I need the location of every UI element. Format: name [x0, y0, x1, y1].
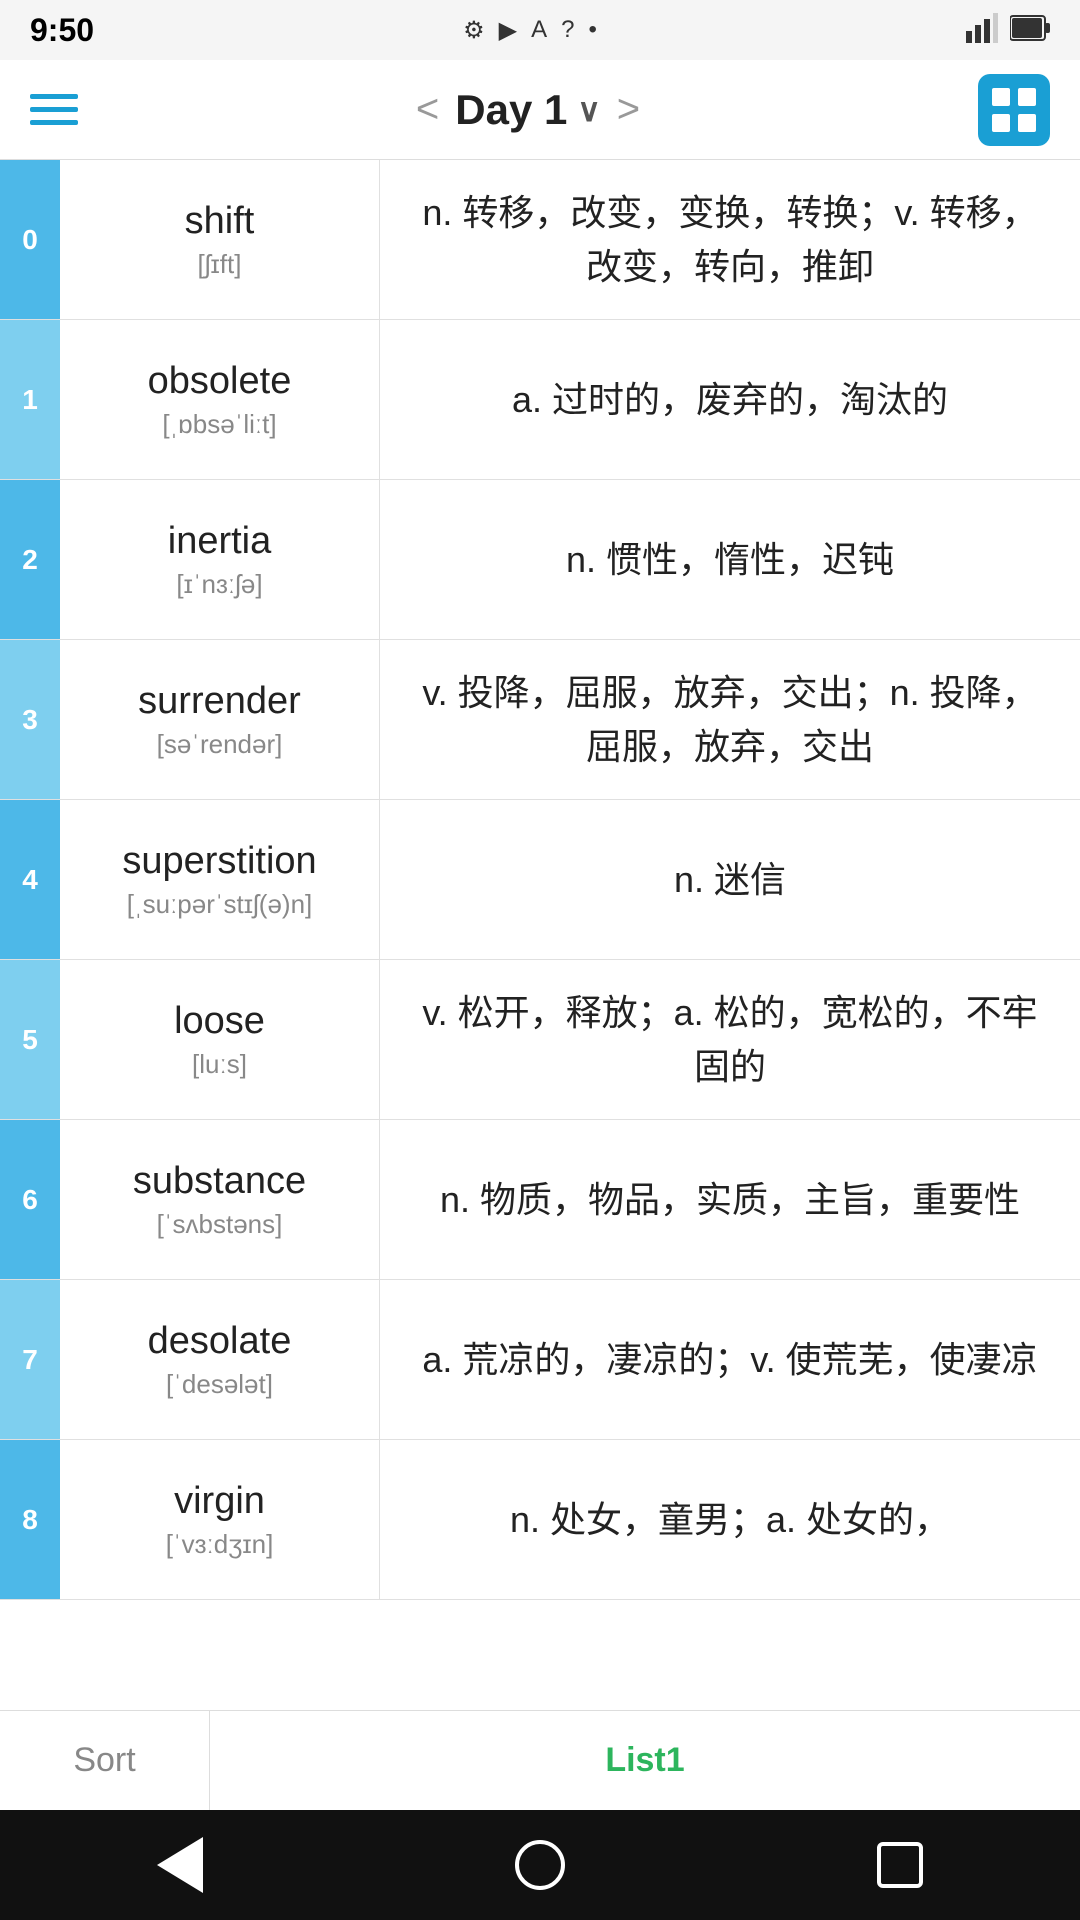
- word-english-col: loose [luːs]: [60, 960, 380, 1119]
- top-nav: < Day 1 ∨ >: [0, 60, 1080, 160]
- word-index: 0: [0, 160, 60, 319]
- word-text: superstition: [122, 840, 316, 883]
- word-phonetic: [ˈdesələt]: [166, 1369, 273, 1400]
- word-text: loose: [174, 1000, 265, 1043]
- status-icons: ⚙ ▶ A ? •: [463, 16, 597, 45]
- word-phonetic: [ˈsʌbstəns]: [157, 1209, 283, 1240]
- signal-icon: [966, 13, 998, 48]
- status-right: [966, 13, 1050, 48]
- status-bar: 9:50 ⚙ ▶ A ? •: [0, 0, 1080, 60]
- word-text: substance: [133, 1160, 306, 1203]
- chevron-down-icon: ∨: [577, 91, 600, 129]
- word-text: shift: [185, 200, 255, 243]
- word-english-col: surrender [səˈrendər]: [60, 640, 380, 799]
- table-row[interactable]: 5 loose [luːs] v. 松开，释放；a. 松的，宽松的，不牢固的: [0, 960, 1080, 1120]
- status-time: 9:50: [30, 12, 94, 49]
- word-phonetic: [səˈrendər]: [157, 729, 283, 760]
- word-text: virgin: [174, 1480, 265, 1523]
- back-icon: [157, 1837, 203, 1893]
- wifi-icon: ?: [561, 16, 574, 44]
- word-chinese: v. 松开，释放；a. 松的，宽松的，不牢固的: [380, 960, 1080, 1119]
- grid-icon: [990, 86, 1038, 134]
- word-chinese: v. 投降，屈服，放弃，交出；n. 投降，屈服，放弃，交出: [380, 640, 1080, 799]
- table-row[interactable]: 1 obsolete [ˌɒbsəˈliːt] a. 过时的，废弃的，淘汰的: [0, 320, 1080, 480]
- sort-tab[interactable]: Sort: [0, 1711, 210, 1810]
- bottom-tabs: Sort List1: [0, 1710, 1080, 1810]
- word-text: desolate: [148, 1320, 292, 1363]
- gear-icon: ⚙: [463, 16, 485, 45]
- word-index: 1: [0, 320, 60, 479]
- recents-button[interactable]: [860, 1825, 940, 1905]
- day-title[interactable]: Day 1 ∨: [455, 86, 601, 134]
- table-row[interactable]: 7 desolate [ˈdesələt] a. 荒凉的，凄凉的；v. 使荒芜，…: [0, 1280, 1080, 1440]
- menu-line-3: [30, 120, 78, 125]
- table-row[interactable]: 8 virgin [ˈvɜːdʒɪn] n. 处女，童男；a. 处女的，: [0, 1440, 1080, 1600]
- menu-line-1: [30, 94, 78, 99]
- word-index: 7: [0, 1280, 60, 1439]
- word-phonetic: [ˌɒbsəˈliːt]: [162, 409, 276, 440]
- home-icon: [515, 1840, 565, 1890]
- table-row[interactable]: 3 surrender [səˈrendər] v. 投降，屈服，放弃，交出；n…: [0, 640, 1080, 800]
- word-chinese: a. 荒凉的，凄凉的；v. 使荒芜，使凄凉: [380, 1280, 1080, 1439]
- nav-title-area: < Day 1 ∨ >: [416, 86, 640, 134]
- table-row[interactable]: 2 inertia [ɪˈnɜːʃə] n. 惯性，惰性，迟钝: [0, 480, 1080, 640]
- word-text: obsolete: [148, 360, 292, 403]
- word-chinese: n. 物质，物品，实质，主旨，重要性: [380, 1120, 1080, 1279]
- word-index: 4: [0, 800, 60, 959]
- word-index: 2: [0, 480, 60, 639]
- next-day-button[interactable]: >: [617, 87, 640, 132]
- word-english-col: shift [ʃɪft]: [60, 160, 380, 319]
- word-chinese: n. 转移，改变，变换，转换；v. 转移，改变，转向，推卸: [380, 160, 1080, 319]
- word-phonetic: [ˈvɜːdʒɪn]: [166, 1529, 274, 1560]
- recents-icon: [877, 1842, 923, 1888]
- system-nav-bar: [0, 1810, 1080, 1920]
- table-row[interactable]: 6 substance [ˈsʌbstəns] n. 物质，物品，实质，主旨，重…: [0, 1120, 1080, 1280]
- home-button[interactable]: [500, 1825, 580, 1905]
- word-chinese: n. 处女，童男；a. 处女的，: [380, 1440, 1080, 1599]
- word-index: 5: [0, 960, 60, 1119]
- word-phonetic: [ʃɪft]: [198, 249, 242, 280]
- word-english-col: obsolete [ˌɒbsəˈliːt]: [60, 320, 380, 479]
- word-index: 8: [0, 1440, 60, 1599]
- word-phonetic: [ɪˈnɜːʃə]: [176, 569, 262, 600]
- word-english-col: desolate [ˈdesələt]: [60, 1280, 380, 1439]
- list1-tab[interactable]: List1: [210, 1711, 1080, 1810]
- word-chinese: n. 惯性，惰性，迟钝: [380, 480, 1080, 639]
- word-english-col: substance [ˈsʌbstəns]: [60, 1120, 380, 1279]
- word-english-col: inertia [ɪˈnɜːʃə]: [60, 480, 380, 639]
- word-phonetic: [ˌsuːpərˈstɪʃ(ə)n]: [127, 889, 313, 920]
- grid-view-button[interactable]: [978, 74, 1050, 146]
- menu-line-2: [30, 107, 78, 112]
- table-row[interactable]: 0 shift [ʃɪft] n. 转移，改变，变换，转换；v. 转移，改变，转…: [0, 160, 1080, 320]
- word-english-col: virgin [ˈvɜːdʒɪn]: [60, 1440, 380, 1599]
- table-row[interactable]: 4 superstition [ˌsuːpərˈstɪʃ(ə)n] n. 迷信: [0, 800, 1080, 960]
- prev-day-button[interactable]: <: [416, 87, 439, 132]
- day-title-text: Day 1: [455, 86, 567, 134]
- back-button[interactable]: [140, 1825, 220, 1905]
- word-text: surrender: [138, 680, 301, 723]
- word-text: inertia: [168, 520, 272, 563]
- dot-icon: •: [589, 16, 597, 44]
- battery-icon: [1010, 14, 1050, 47]
- word-index: 6: [0, 1120, 60, 1279]
- a-icon: A: [531, 16, 547, 44]
- menu-button[interactable]: [30, 94, 78, 125]
- word-chinese: a. 过时的，废弃的，淘汰的: [380, 320, 1080, 479]
- word-chinese: n. 迷信: [380, 800, 1080, 959]
- play-icon: ▶: [499, 16, 517, 45]
- word-list: 0 shift [ʃɪft] n. 转移，改变，变换，转换；v. 转移，改变，转…: [0, 160, 1080, 1710]
- word-phonetic: [luːs]: [192, 1049, 247, 1080]
- word-index: 3: [0, 640, 60, 799]
- word-english-col: superstition [ˌsuːpərˈstɪʃ(ə)n]: [60, 800, 380, 959]
